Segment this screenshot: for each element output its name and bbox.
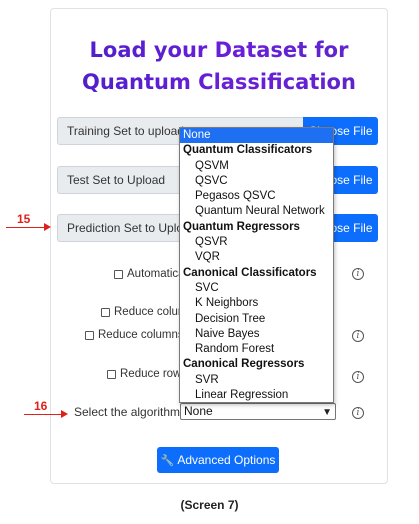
option-qsvr[interactable]: QSVR: [180, 235, 333, 250]
option-pegasos-qsvc[interactable]: Pegasos QSVC: [180, 189, 333, 204]
option-svc[interactable]: SVC: [180, 281, 333, 296]
algorithm-label: Select the algorithm:: [74, 405, 184, 419]
group-canonical-classificators: Canonical Classificators: [183, 266, 317, 279]
marker-16: 16: [34, 399, 48, 413]
option-svr[interactable]: SVR: [180, 373, 333, 388]
info-circle-icon[interactable]: i: [352, 407, 364, 419]
arrow-16-head: [61, 410, 68, 418]
option-quantum-neural-network[interactable]: Quantum Neural Network: [180, 204, 333, 219]
reduce-columns-option-2[interactable]: Reduce columns: [85, 329, 184, 341]
marker-15: 15: [17, 212, 31, 226]
arrow-15-head: [44, 223, 51, 231]
advanced-options-label: Advanced Options: [177, 453, 276, 467]
option-none[interactable]: None: [180, 128, 333, 144]
info-circle-icon[interactable]: i: [352, 268, 364, 280]
option-qsvm[interactable]: QSVM: [180, 159, 333, 174]
arrow-16-line: [24, 414, 61, 415]
option-decision-tree[interactable]: Decision Tree: [180, 312, 333, 327]
group-quantum-classificators: Quantum Classificators: [183, 144, 313, 157]
page-title-line1: Load your Dataset for: [89, 38, 349, 62]
group-quantum-regressors: Quantum Regressors: [183, 220, 300, 233]
automatic-option[interactable]: Automatica: [114, 268, 185, 280]
reduce-rows-label: Reduce rows: [120, 368, 188, 380]
screen-caption: (Screen 7): [180, 498, 239, 512]
option-linear-regression[interactable]: Linear Regression: [180, 388, 333, 402]
option-k-neighbors[interactable]: K Neighbors: [180, 296, 333, 311]
page-title-line2: Quantum Classification: [82, 70, 356, 94]
reduce-columns-2-checkbox[interactable]: [85, 330, 94, 340]
advanced-options-button[interactable]: 🔧 Advanced Options: [157, 447, 279, 473]
algorithm-select-value: None: [184, 404, 213, 418]
arrow-15-line: [6, 227, 44, 228]
option-random-forest[interactable]: Random Forest: [180, 342, 333, 357]
option-naive-bayes[interactable]: Naive Bayes: [180, 327, 333, 342]
reduce-rows-option[interactable]: Reduce rows: [107, 368, 187, 380]
wrench-icon: 🔧: [160, 455, 175, 467]
algorithm-select[interactable]: None ▼: [180, 403, 336, 420]
automatic-checkbox[interactable]: [114, 269, 123, 279]
chevron-down-icon: ▼: [322, 407, 332, 418]
reduce-columns-checkbox[interactable]: [101, 307, 110, 317]
automatic-label: Automatica: [127, 268, 185, 280]
reduce-columns-2-label: Reduce columns: [98, 329, 184, 341]
option-qsvc[interactable]: QSVC: [180, 174, 333, 189]
reduce-columns-option[interactable]: Reduce colum: [101, 306, 188, 318]
page-title: Load your Dataset for Quantum Classifica…: [52, 34, 386, 98]
reduce-rows-checkbox[interactable]: [107, 369, 116, 379]
group-canonical-regressors: Canonical Regressors: [183, 358, 305, 371]
reduce-columns-label: Reduce colum: [114, 306, 188, 318]
info-circle-icon[interactable]: i: [352, 330, 364, 342]
option-vqr[interactable]: VQR: [180, 250, 333, 265]
info-circle-icon[interactable]: i: [352, 371, 364, 383]
algorithm-dropdown-list[interactable]: None Quantum Classificators QSVM QSVC Pe…: [179, 127, 334, 403]
